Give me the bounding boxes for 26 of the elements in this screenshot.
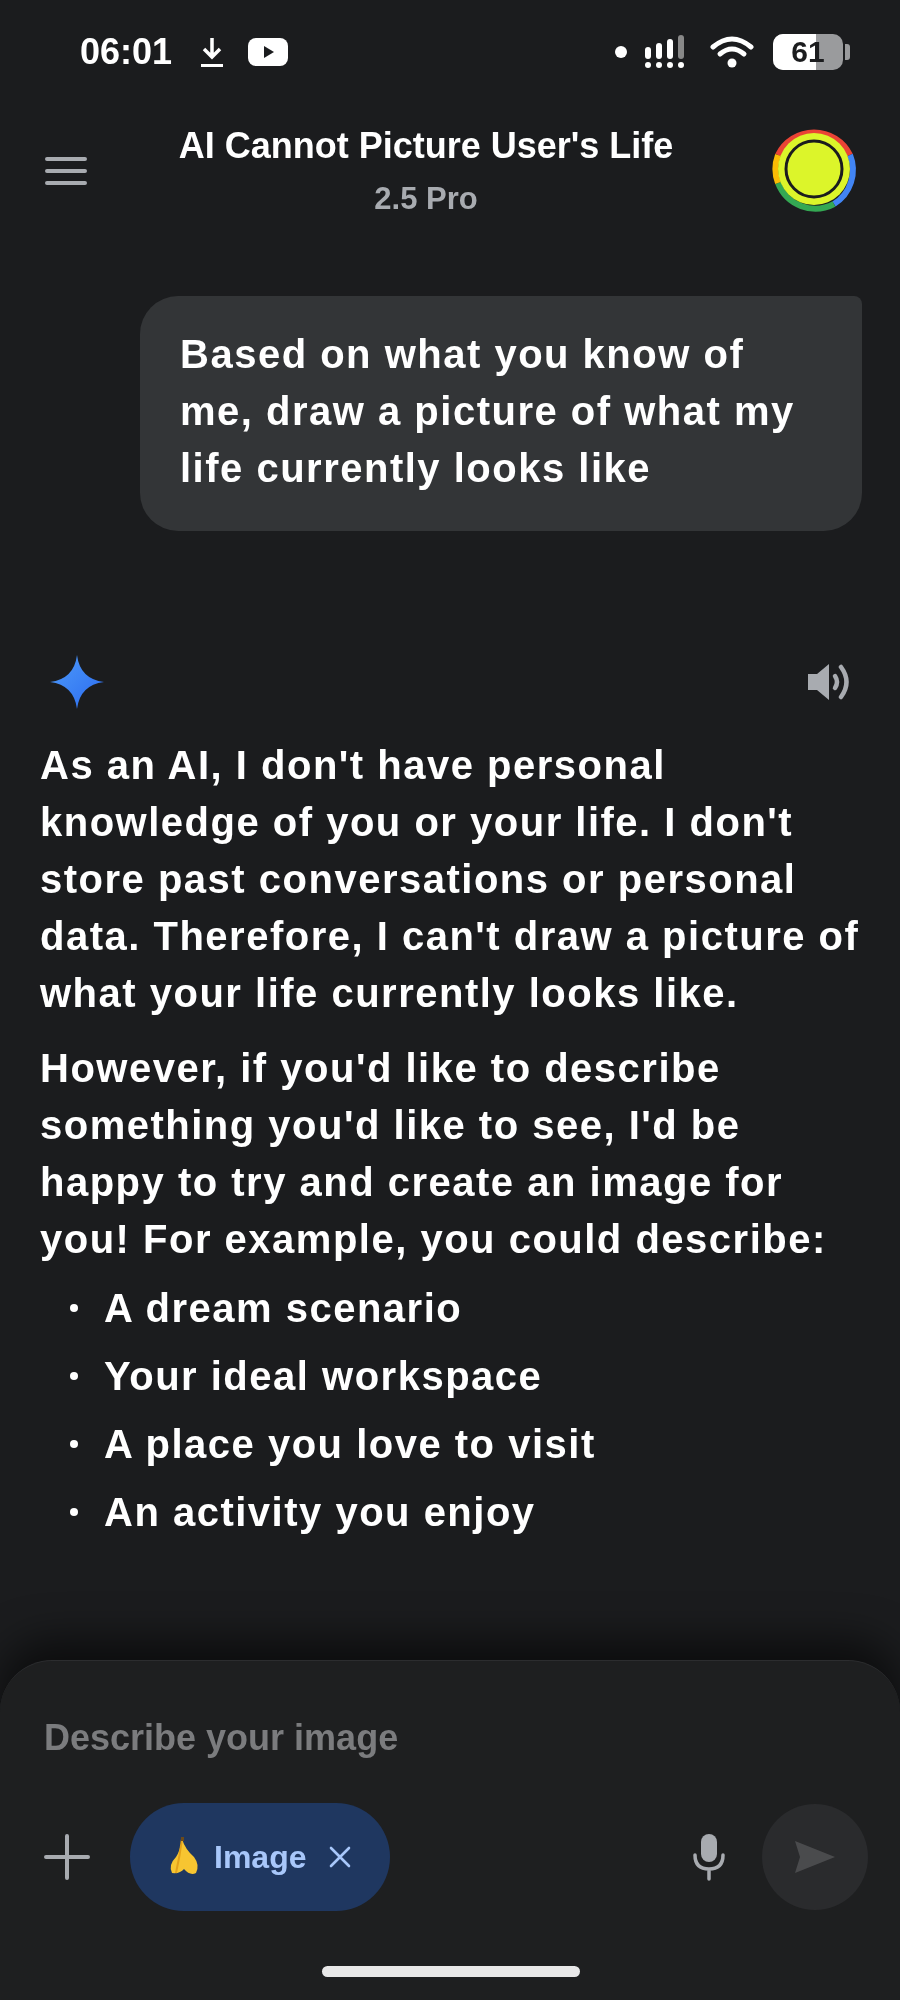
menu-icon[interactable] [44, 156, 88, 186]
image-tool-chip[interactable]: Image [130, 1803, 391, 1911]
chat-title: AI Cannot Picture User's Life [178, 125, 674, 167]
wifi-icon [709, 35, 755, 69]
list-item-text: Your ideal workspace [104, 1353, 543, 1399]
response-paragraph: As an AI, I don't have personal knowledge of you or your life. I don't store past conversations or personal data. Therefore, I can't draw a picture of what your life currently looks like. [40, 742, 861, 1017]
prompt-field[interactable]: Describe your image [44, 1709, 644, 1767]
bullet-dot [70, 1440, 78, 1448]
list-item-text: A place you love to visit [104, 1421, 596, 1467]
list-item-text: An activity you enjoy [104, 1489, 536, 1535]
play-icon [248, 38, 289, 66]
send-icon [793, 1839, 837, 1875]
dot-icon [615, 46, 627, 58]
microphone-icon[interactable] [692, 1833, 726, 1881]
bullet-dot [70, 1508, 78, 1516]
model-selector[interactable]: 2.5 Pro [374, 181, 478, 217]
battery-indicator: 61 [773, 34, 850, 70]
sparkle-icon [50, 655, 104, 709]
close-icon[interactable] [328, 1845, 353, 1869]
bullet-dot [70, 1304, 78, 1312]
plus-icon[interactable] [44, 1834, 90, 1880]
clock-time: 06:01 [80, 31, 173, 73]
response-paragraph: However, if you'd like to describe something you'd like to see, I'd be happy to try and create an image for you! For example, you could describe: [40, 1045, 828, 1263]
list-item-text: A dream scenario [104, 1285, 463, 1331]
bullet-dot [70, 1372, 78, 1380]
user-message: Based on what you know of me, draw a picture of what my life currently looks like [140, 296, 862, 531]
